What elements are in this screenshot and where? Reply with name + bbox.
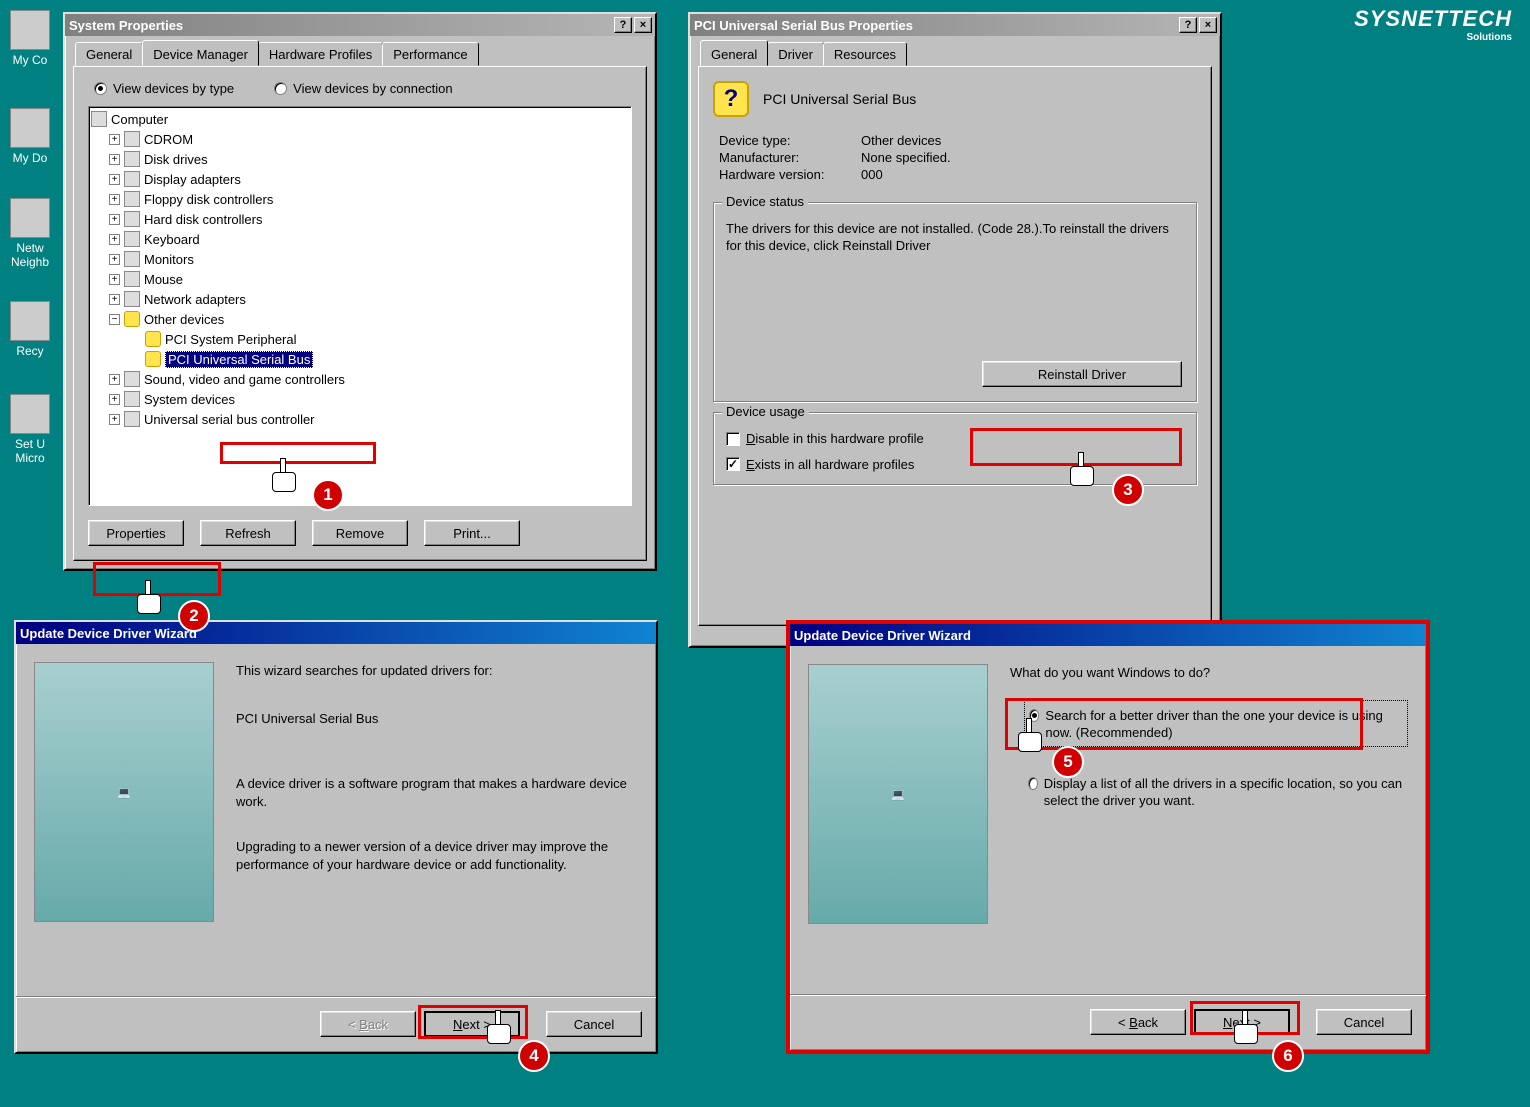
- refresh-button[interactable]: Refresh: [200, 520, 296, 546]
- step-badge-1: 1: [312, 479, 344, 511]
- close-button[interactable]: ×: [1199, 17, 1217, 33]
- tree-item-sysdev[interactable]: +System devices: [91, 389, 629, 409]
- step-badge-6: 6: [1272, 1040, 1304, 1072]
- question-icon: ?: [713, 81, 749, 117]
- help-button[interactable]: ?: [614, 17, 632, 33]
- step-badge-3: 3: [1112, 474, 1144, 506]
- tree-item-pci-usb[interactable]: PCI Universal Serial Bus: [91, 349, 629, 369]
- hw-version-label: Hardware version:: [719, 167, 859, 182]
- cancel-button[interactable]: Cancel: [1316, 1009, 1412, 1035]
- properties-button[interactable]: Properties: [88, 520, 184, 546]
- desktop-icon-recycle[interactable]: Recy: [0, 301, 60, 358]
- tab-driver[interactable]: Driver: [767, 42, 824, 66]
- tree-item-network[interactable]: +Network adapters: [91, 289, 629, 309]
- tab-general[interactable]: General: [75, 42, 143, 66]
- wizard-intro: This wizard searches for updated drivers…: [236, 662, 638, 680]
- device-type-label: Device type:: [719, 133, 859, 148]
- tree-item-display[interactable]: +Display adapters: [91, 169, 629, 189]
- wizard-2-titlebar[interactable]: Update Device Driver Wizard: [790, 624, 1426, 646]
- step-badge-2: 2: [178, 600, 210, 632]
- disable-checkbox[interactable]: Disable in this hardware profile: [726, 431, 924, 446]
- wizard-2-window: Update Device Driver Wizard 💻 What do yo…: [786, 620, 1430, 1054]
- wizard-device: PCI Universal Serial Bus: [236, 710, 638, 728]
- title-text: Update Device Driver Wizard: [794, 628, 971, 643]
- tree-item-pci-peripheral[interactable]: PCI System Peripheral: [91, 329, 629, 349]
- wizard-1-titlebar[interactable]: Update Device Driver Wizard: [16, 622, 656, 644]
- device-status-label: Device status: [722, 194, 808, 209]
- device-type-value: Other devices: [861, 133, 951, 148]
- usb-properties-window: PCI Universal Serial Bus Properties ? × …: [688, 12, 1222, 648]
- radio-view-by-connection[interactable]: View devices by connection: [274, 81, 452, 96]
- tree-item-cdrom[interactable]: +CDROM: [91, 129, 629, 149]
- warning-icon: [145, 331, 161, 347]
- tree-item-floppy[interactable]: +Floppy disk controllers: [91, 189, 629, 209]
- device-status-text: The drivers for this device are not inst…: [726, 221, 1184, 255]
- help-button[interactable]: ?: [1179, 17, 1197, 33]
- next-button[interactable]: Next >: [1194, 1009, 1290, 1035]
- device-name: PCI Universal Serial Bus: [763, 91, 916, 107]
- wizard-desc1: A device driver is a software program th…: [236, 775, 638, 810]
- tree-item-keyboard[interactable]: +Keyboard: [91, 229, 629, 249]
- desktop-icon-mydocs[interactable]: My Do: [0, 108, 60, 165]
- tree-item-mouse[interactable]: +Mouse: [91, 269, 629, 289]
- wizard-art: 💻: [34, 662, 214, 922]
- tab-resources[interactable]: Resources: [823, 42, 907, 66]
- cancel-button[interactable]: Cancel: [546, 1011, 642, 1037]
- cursor-icon: [135, 578, 167, 618]
- hw-version-value: 000: [861, 167, 951, 182]
- device-tree[interactable]: Computer +CDROM +Disk drives +Display ad…: [88, 106, 632, 506]
- warning-icon: [124, 311, 140, 327]
- desktop-icon-network[interactable]: Netw Neighb: [0, 198, 60, 269]
- title-text: PCI Universal Serial Bus Properties: [694, 18, 913, 33]
- step-badge-4: 4: [518, 1040, 550, 1072]
- next-button[interactable]: Next >: [424, 1011, 520, 1037]
- warning-icon: [145, 351, 161, 367]
- back-button: < Back: [320, 1011, 416, 1037]
- tree-item-diskdrives[interactable]: +Disk drives: [91, 149, 629, 169]
- desktop-icon-mycomputer[interactable]: My Co: [0, 10, 60, 67]
- tab-device-manager[interactable]: Device Manager: [142, 40, 259, 66]
- wizard-question: What do you want Windows to do?: [1010, 664, 1408, 682]
- title-text: Update Device Driver Wizard: [20, 626, 197, 641]
- tree-item-sound[interactable]: +Sound, video and game controllers: [91, 369, 629, 389]
- radio-display-list[interactable]: Display a list of all the drivers in a s…: [1028, 775, 1404, 810]
- system-properties-titlebar[interactable]: System Properties ? ×: [65, 14, 655, 36]
- tab-performance[interactable]: Performance: [382, 42, 478, 66]
- wizard-1-window: Update Device Driver Wizard 💻 This wizar…: [14, 620, 658, 1054]
- manufacturer-label: Manufacturer:: [719, 150, 859, 165]
- tree-item-other[interactable]: −Other devices: [91, 309, 629, 329]
- remove-button[interactable]: Remove: [312, 520, 408, 546]
- step-badge-5: 5: [1052, 746, 1084, 778]
- wizard-art: 💻: [808, 664, 988, 924]
- radio-search-better[interactable]: Search for a better driver than the one …: [1029, 707, 1403, 742]
- usb-properties-titlebar[interactable]: PCI Universal Serial Bus Properties ? ×: [690, 14, 1220, 36]
- exists-checkbox[interactable]: Exists in all hardware profiles: [726, 457, 914, 472]
- tree-item-hdd[interactable]: +Hard disk controllers: [91, 209, 629, 229]
- reinstall-driver-button[interactable]: Reinstall Driver: [982, 361, 1182, 387]
- tab-hardware-profiles[interactable]: Hardware Profiles: [258, 42, 383, 66]
- brand-logo: SYSNETTECHSolutions: [1354, 6, 1512, 43]
- desktop-icon-setup[interactable]: Set U Micro: [0, 394, 60, 465]
- device-usage-label: Device usage: [722, 404, 809, 419]
- wizard-desc2: Upgrading to a newer version of a device…: [236, 838, 638, 873]
- close-button[interactable]: ×: [634, 17, 652, 33]
- system-properties-window: System Properties ? × General Device Man…: [63, 12, 657, 571]
- back-button[interactable]: < Back: [1090, 1009, 1186, 1035]
- title-text: System Properties: [69, 18, 183, 33]
- tree-item-usb[interactable]: +Universal serial bus controller: [91, 409, 629, 429]
- print-button[interactable]: Print...: [424, 520, 520, 546]
- tree-item-monitors[interactable]: +Monitors: [91, 249, 629, 269]
- tab-general[interactable]: General: [700, 40, 768, 66]
- radio-view-by-type[interactable]: View devices by type: [94, 81, 234, 96]
- tree-root[interactable]: Computer: [91, 109, 629, 129]
- manufacturer-value: None specified.: [861, 150, 951, 165]
